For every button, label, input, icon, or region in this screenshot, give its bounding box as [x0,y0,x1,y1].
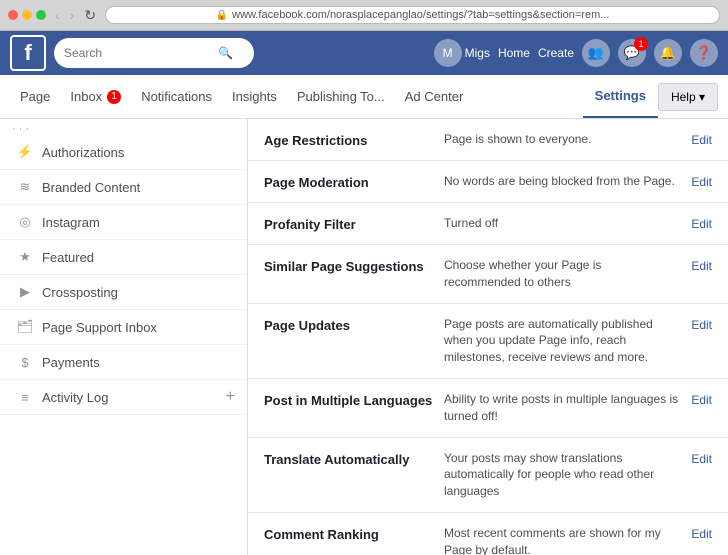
nav-inbox[interactable]: Inbox 1 [60,75,131,118]
translate-label: Translate Automatically [264,450,444,467]
settings-row-page-updates: Page Updates Page posts are automaticall… [248,304,728,379]
main-layout: · · · ⚡ Authorizations ≋ Branded Content… [0,119,728,555]
comment-ranking-label: Comment Ranking [264,525,444,542]
minimize-dot[interactable] [22,10,32,20]
sidebar-add-icon[interactable]: + [226,388,235,406]
multiple-languages-label: Post in Multiple Languages [264,391,444,408]
nav-create[interactable]: Create [538,46,574,60]
browser-chrome: ‹ › ↻ 🔒 www.facebook.com/norasplacepangl… [0,0,728,31]
nav-insights[interactable]: Insights [222,75,287,118]
instagram-icon: ◎ [16,213,34,231]
avatar: M [434,39,462,67]
maximize-dot[interactable] [36,10,46,20]
sidebar-item-authorizations[interactable]: ⚡ Authorizations [0,135,247,170]
browser-nav: ‹ › ↻ [52,7,99,24]
nav-help[interactable]: Help ▾ [658,83,718,111]
inbox-badge: 1 [107,90,121,104]
fb-nav-right: M Migs Home Create 👥 💬 1 🔔 ❓ [254,39,718,67]
close-dot[interactable] [8,10,18,20]
username: Migs [465,46,490,60]
branded-content-icon: ≋ [16,178,34,196]
nav-page[interactable]: Page [10,75,60,118]
nav-publishing[interactable]: Publishing To... [287,75,395,118]
settings-row-page-moderation: Page Moderation No words are being block… [248,161,728,203]
page-updates-edit[interactable]: Edit [691,316,712,332]
facebook-topnav: f 🔍 M Migs Home Create 👥 💬 1 🔔 ❓ [0,31,728,75]
url-text: www.facebook.com/norasplacepanglao/setti… [232,9,609,21]
payments-icon: $ [16,353,34,371]
settings-row-multiple-languages: Post in Multiple Languages Ability to wr… [248,379,728,438]
settings-row-comment-ranking: Comment Ranking Most recent comments are… [248,513,728,555]
settings-row-translate: Translate Automatically Your posts may s… [248,438,728,513]
messages-badge: 1 [634,37,648,51]
similar-page-edit[interactable]: Edit [691,257,712,273]
settings-row-similar-page: Similar Page Suggestions Choose whether … [248,245,728,304]
help-icon-btn[interactable]: ❓ [690,39,718,67]
activity-log-icon: ≡ [16,388,34,406]
age-restrictions-value: Page is shown to everyone. [444,131,679,148]
sidebar-top: · · · [0,119,247,135]
nav-adcenter[interactable]: Ad Center [395,75,474,118]
age-restrictions-edit[interactable]: Edit [691,131,712,147]
sidebar-item-featured[interactable]: ★ Featured [0,240,247,275]
notifications-icon-btn[interactable]: 🔔 [654,39,682,67]
nav-home[interactable]: Home [498,46,530,60]
sidebar-item-crossposting[interactable]: ▶ Crossposting [0,275,247,310]
page-nav: Page Inbox 1 Notifications Insights Publ… [0,75,728,119]
similar-page-label: Similar Page Suggestions [264,257,444,274]
sidebar-more-dots: · · · [12,123,29,135]
sidebar-item-branded-content[interactable]: ≋ Branded Content [0,170,247,205]
multiple-languages-value: Ability to write posts in multiple langu… [444,391,679,425]
page-updates-label: Page Updates [264,316,444,333]
page-moderation-edit[interactable]: Edit [691,173,712,189]
featured-icon: ★ [16,248,34,266]
search-icon: 🔍 [218,46,233,60]
page-moderation-value: No words are being blocked from the Page… [444,173,679,190]
profanity-filter-edit[interactable]: Edit [691,215,712,231]
browser-dots [8,10,46,20]
messages-icon-btn[interactable]: 💬 1 [618,39,646,67]
search-input[interactable] [64,46,214,60]
people-icon-btn[interactable]: 👥 [582,39,610,67]
translate-edit[interactable]: Edit [691,450,712,466]
facebook-logo: f [10,35,46,71]
forward-button[interactable]: › [67,7,78,24]
sidebar-item-page-support-inbox[interactable]: 🗂 Page Support Inbox [0,310,247,345]
page-moderation-label: Page Moderation [264,173,444,190]
authorizations-icon: ⚡ [16,143,34,161]
nav-notifications[interactable]: Notifications [131,75,222,118]
search-box[interactable]: 🔍 [54,38,254,68]
back-button[interactable]: ‹ [52,7,63,24]
address-bar[interactable]: 🔒 www.facebook.com/norasplacepanglao/set… [105,6,720,24]
settings-table: Age Restrictions Page is shown to everyo… [248,119,728,555]
page-support-icon: 🗂 [16,318,34,336]
crossposting-icon: ▶ [16,283,34,301]
sidebar: · · · ⚡ Authorizations ≋ Branded Content… [0,119,248,555]
settings-row-profanity-filter: Profanity Filter Turned off Edit [248,203,728,245]
profanity-filter-value: Turned off [444,215,679,232]
multiple-languages-edit[interactable]: Edit [691,391,712,407]
profanity-filter-label: Profanity Filter [264,215,444,232]
sidebar-item-payments[interactable]: $ Payments [0,345,247,380]
similar-page-value: Choose whether your Page is recommended … [444,257,679,291]
settings-row-age-restrictions: Age Restrictions Page is shown to everyo… [248,119,728,161]
page-updates-value: Page posts are automatically published w… [444,316,679,366]
content-area: Age Restrictions Page is shown to everyo… [248,119,728,555]
sidebar-item-instagram[interactable]: ◎ Instagram [0,205,247,240]
nav-user[interactable]: M Migs [434,39,490,67]
nav-settings[interactable]: Settings [583,75,658,118]
translate-value: Your posts may show translations automat… [444,450,679,500]
comment-ranking-edit[interactable]: Edit [691,525,712,541]
comment-ranking-value: Most recent comments are shown for my Pa… [444,525,679,555]
sidebar-item-activity-log[interactable]: ≡ Activity Log + [0,380,247,415]
reload-button[interactable]: ↻ [81,7,99,24]
age-restrictions-label: Age Restrictions [264,131,444,148]
